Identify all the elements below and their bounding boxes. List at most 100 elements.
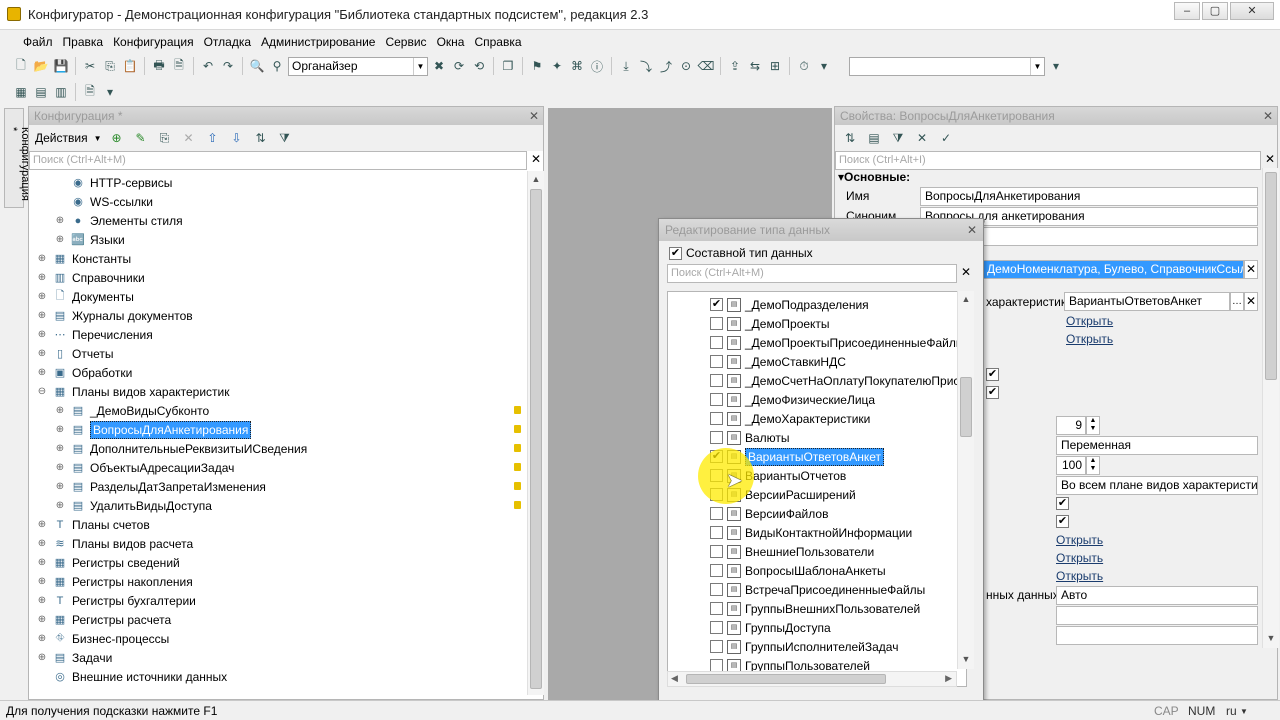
expand-icon[interactable]: ⊕ xyxy=(37,272,47,283)
scope-select[interactable]: Во всем плане видов характеристик xyxy=(1056,476,1258,495)
preview-icon[interactable]: 🗎 xyxy=(170,57,188,75)
type-list-item[interactable]: ▤ ГруппыВнешнихПользователей xyxy=(710,599,920,618)
tree-item[interactable]: ⊕ ▤ ОбъектыАдресацииЗадач xyxy=(55,458,235,477)
open-link-1[interactable]: Открыть xyxy=(1066,314,1113,328)
scroll-thumb[interactable] xyxy=(530,189,542,689)
close-icon[interactable]: ✕ xyxy=(529,107,539,125)
tree-item[interactable]: ⊕ ▦ Константы xyxy=(37,249,131,268)
clear-search-icon[interactable]: ✖ xyxy=(430,57,448,75)
move-up-icon[interactable]: ⇧ xyxy=(204,129,222,147)
tree-item[interactable]: ⊕ ▯ Отчеты xyxy=(37,344,114,363)
tree-item[interactable]: ◉ HTTP-сервисы xyxy=(55,173,172,192)
characteristics-field[interactable]: ВариантыОтветовАнкет xyxy=(1064,292,1230,311)
more-icon[interactable]: ▾ xyxy=(815,57,833,75)
dialog-search-input[interactable]: Поиск (Ctrl+Alt+M) xyxy=(667,264,957,283)
tree-item[interactable]: ⊕ ▣ Обработки xyxy=(37,363,133,382)
add-icon[interactable]: ⊕ xyxy=(108,129,126,147)
open-link-3[interactable]: Открыть xyxy=(1056,533,1103,547)
expand-icon[interactable]: ⊕ xyxy=(37,291,47,302)
scroll-up-icon[interactable]: ▲ xyxy=(528,171,544,187)
close-window-button[interactable]: ✕ xyxy=(1230,2,1274,20)
new-icon[interactable]: 🗋 xyxy=(12,57,30,75)
type-list-item[interactable]: ▤ ГруппыДоступа xyxy=(710,618,831,637)
search-combo[interactable]: Органайзер ▼ xyxy=(288,56,428,76)
expand-icon[interactable]: ⊕ xyxy=(55,405,65,416)
expand-icon[interactable]: ⊕ xyxy=(37,652,47,663)
type-list-item[interactable]: ✔ ▤ _ДемоПодразделения xyxy=(710,295,869,314)
search-icon[interactable]: ⚲ xyxy=(268,57,286,75)
chevron-down-icon[interactable]: ▼ xyxy=(413,57,427,75)
number-field-2[interactable]: 100 xyxy=(1056,456,1086,475)
menu-item-5[interactable]: Сервис xyxy=(380,32,431,52)
expand-icon[interactable]: ⊕ xyxy=(55,462,65,473)
type-list-item[interactable]: ▤ Валюты xyxy=(710,428,790,447)
side-tab-configuration[interactable]: Конфигурация * xyxy=(4,108,31,208)
properties-scrollbar[interactable]: ▼ xyxy=(1262,168,1279,648)
checkbox-3[interactable]: ✔ xyxy=(1056,497,1069,510)
type-checkbox[interactable] xyxy=(710,545,723,558)
type-list-item[interactable]: ▤ ВидыКонтактнойИнформации xyxy=(710,523,912,542)
step-out-icon[interactable]: ⤴ xyxy=(657,57,675,75)
type-list-item[interactable]: ▤ _ДемоФизическиеЛица xyxy=(710,390,875,409)
scroll-down-icon[interactable]: ▼ xyxy=(958,651,974,667)
cancel-icon[interactable]: ✕ xyxy=(913,129,931,147)
hscroll-thumb[interactable] xyxy=(686,674,886,684)
expand-icon[interactable]: ⊕ xyxy=(37,576,47,587)
tree-item[interactable]: ⊕ ▦ Регистры расчета xyxy=(37,610,171,629)
tree-item[interactable]: ⊕ ▤ ДополнительныеРеквизитыИСведения xyxy=(55,439,307,458)
variable-select[interactable]: Переменная xyxy=(1056,436,1258,455)
type-checkbox[interactable] xyxy=(710,621,723,634)
undo-icon[interactable]: ↶ xyxy=(199,57,217,75)
expand-icon[interactable]: ⊕ xyxy=(37,329,47,340)
scroll-down-icon[interactable]: ▼ xyxy=(1263,630,1279,646)
sort-icon[interactable]: ⇅ xyxy=(252,129,270,147)
type-checkbox[interactable] xyxy=(710,564,723,577)
type-checkbox[interactable] xyxy=(710,602,723,615)
name-field[interactable]: ВопросыДляАнкетирования xyxy=(920,187,1258,206)
tree-item[interactable]: ⊕ 🗋 Документы xyxy=(37,287,134,306)
composite-type-checkbox[interactable]: ✔ xyxy=(669,246,682,260)
close-icon[interactable]: ✕ xyxy=(967,219,977,241)
print-icon[interactable]: 🖶 xyxy=(150,57,168,75)
scroll-right-icon[interactable]: ▶ xyxy=(945,673,952,684)
syntax-icon[interactable]: ⌘ xyxy=(568,57,586,75)
dialog-hscrollbar[interactable]: ◀ ▶ xyxy=(667,671,957,687)
properties-search-input[interactable]: Поиск (Ctrl+Alt+I) xyxy=(835,151,1261,170)
type-checkbox[interactable] xyxy=(710,374,723,387)
expand-icon[interactable]: ⊕ xyxy=(55,424,65,435)
tree-scrollbar[interactable]: ▲ xyxy=(527,171,544,695)
clear-search-icon[interactable]: ✕ xyxy=(958,264,974,281)
tree-item[interactable]: ⊕ ▤ Задачи xyxy=(37,648,113,667)
wizard-icon[interactable]: ✦ xyxy=(548,57,566,75)
language-indicator[interactable]: ru xyxy=(1226,704,1237,718)
filter-icon[interactable]: ⧩ xyxy=(889,129,907,147)
expand-icon[interactable]: ⊕ xyxy=(37,519,47,530)
expand-icon[interactable]: ⊕ xyxy=(55,481,65,492)
actions-menu[interactable]: Действия xyxy=(35,131,88,145)
tree-item[interactable]: ⊕ ▦ Регистры накопления xyxy=(37,572,193,591)
tree-item[interactable]: ⊕ ▤ Журналы документов xyxy=(37,306,193,325)
grid-icon[interactable]: ▦ xyxy=(12,83,30,101)
expand-icon[interactable]: ⊕ xyxy=(37,614,47,625)
close-icon[interactable]: ✕ xyxy=(1263,107,1273,125)
type-checkbox[interactable] xyxy=(710,640,723,653)
menu-item-3[interactable]: Отладка xyxy=(199,32,256,52)
step-over-icon[interactable]: ⤵ xyxy=(637,57,655,75)
open-link-4[interactable]: Открыть xyxy=(1056,551,1103,565)
toolbar-combo-empty[interactable]: ▼ xyxy=(849,56,1045,76)
paste-icon[interactable]: 📋 xyxy=(121,57,139,75)
tree-item[interactable]: ⊕ ▥ Справочники xyxy=(37,268,145,287)
type-checkbox[interactable] xyxy=(710,507,723,520)
auto-select[interactable]: Авто xyxy=(1056,586,1258,605)
menu-item-0[interactable]: Файл xyxy=(18,32,58,52)
eraser-icon[interactable]: ⌫ xyxy=(697,57,715,75)
expand-icon[interactable]: ⊕ xyxy=(37,557,47,568)
expand-icon[interactable]: ⊕ xyxy=(55,500,65,511)
find-next-icon[interactable]: ⟳ xyxy=(450,57,468,75)
breakpoint-icon[interactable]: ⊙ xyxy=(677,57,695,75)
tree-item[interactable]: ⊕ Т Планы счетов xyxy=(37,515,150,534)
expand-icon[interactable]: ⊕ xyxy=(37,253,47,264)
update-config-icon[interactable]: ⇪ xyxy=(726,57,744,75)
section-main[interactable]: ▾Основные: xyxy=(838,170,910,184)
type-checkbox[interactable] xyxy=(710,317,723,330)
